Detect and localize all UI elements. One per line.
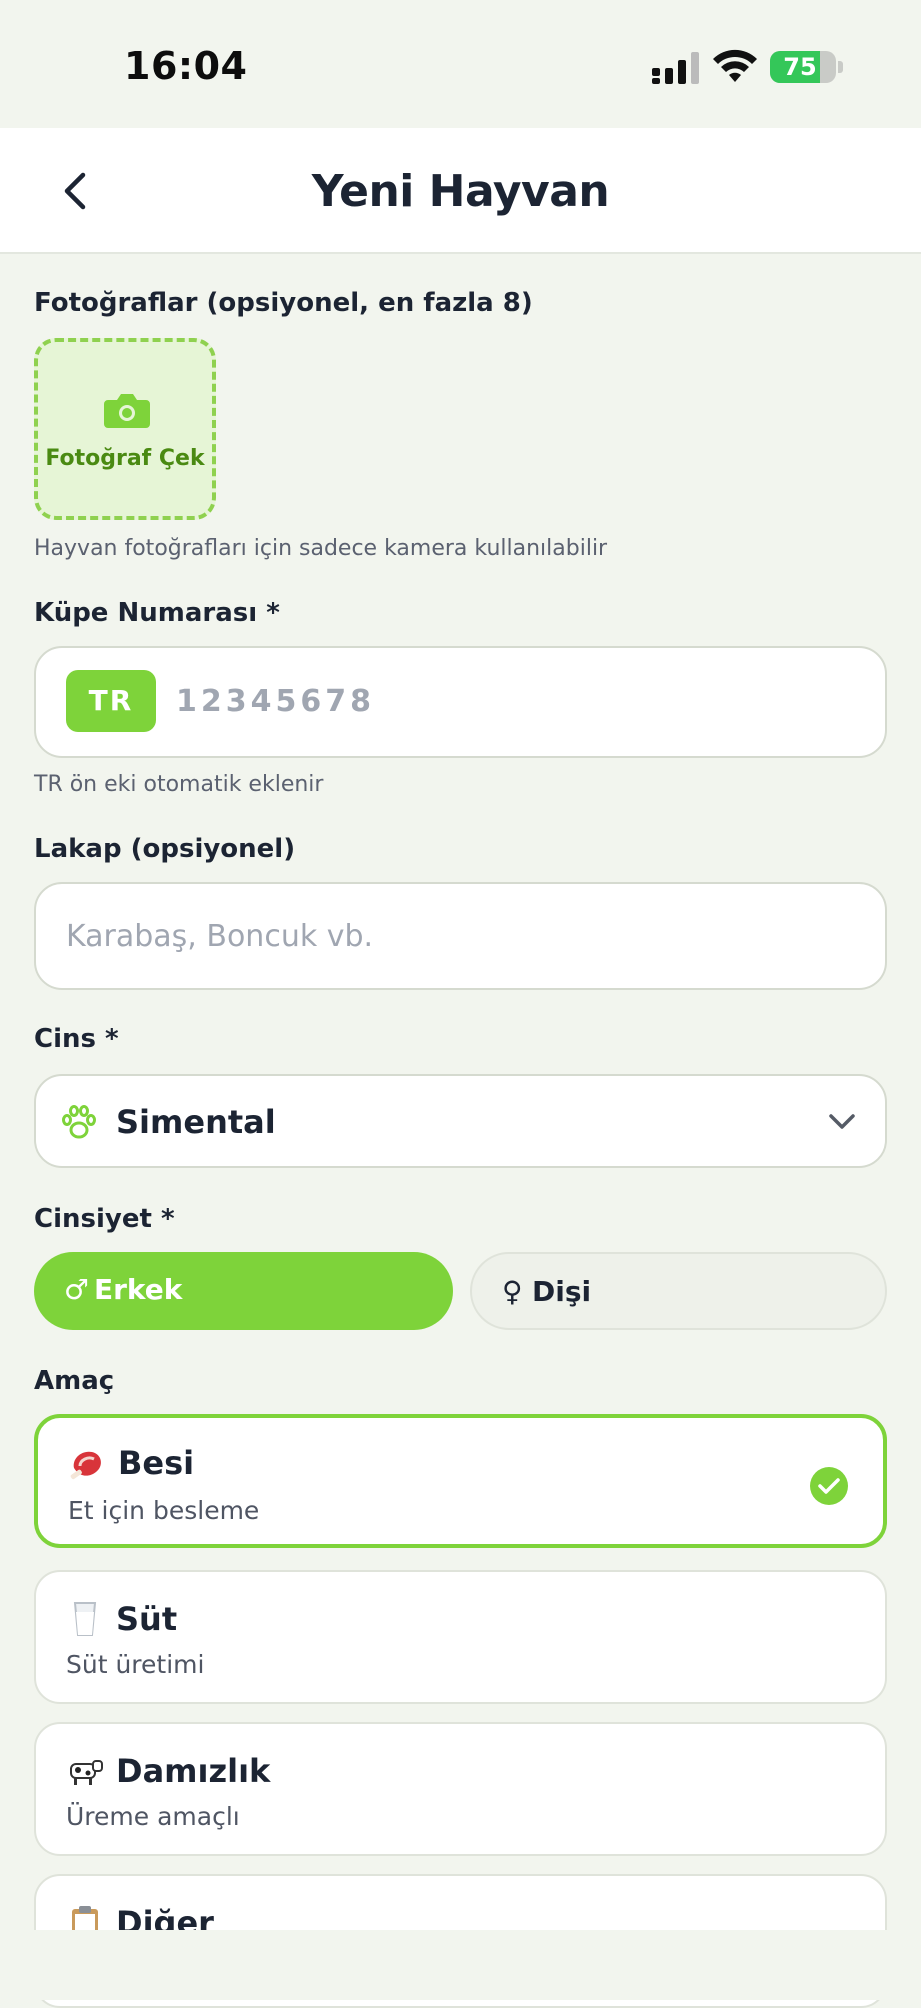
ear-tag-helper: TR ön eki otomatik eklenir (34, 772, 324, 797)
gender-male-label: Erkek (94, 1273, 183, 1306)
purpose-option-sut[interactable]: Süt Süt üretimi (34, 1570, 887, 1704)
signal-icon (652, 52, 699, 84)
battery-level: 75 (783, 53, 817, 81)
battery-icon: 75 (770, 51, 836, 83)
nav-bar: Yeni Hayvan (0, 128, 921, 254)
wifi-icon (713, 49, 757, 82)
chevron-down-icon (829, 1114, 855, 1129)
breed-value: Simental (116, 1103, 276, 1141)
purpose-option-besi[interactable]: Besi Et için besleme (34, 1414, 887, 1548)
nickname-input[interactable]: Karabaş, Boncuk vb. (66, 884, 373, 990)
nickname-label: Lakap (opsiyonel) (34, 834, 296, 864)
purpose-title: Damızlık (116, 1752, 271, 1790)
milk-glass-icon (73, 1602, 97, 1636)
status-bar: 16:04 75 (0, 0, 921, 128)
female-icon: ♀ (502, 1275, 523, 1308)
ear-tag-field[interactable]: TR 12345678 (34, 646, 887, 758)
paw-icon (62, 1105, 96, 1139)
purpose-title: Süt (116, 1600, 178, 1638)
purpose-option-damizlik[interactable]: Damızlık Üreme amaçlı (34, 1722, 887, 1856)
cow-icon (70, 1760, 103, 1785)
purpose-desc: Et için besleme (68, 1496, 260, 1525)
take-photo-label: Fotoğraf Çek (45, 446, 205, 471)
purpose-desc: Üreme amaçlı (66, 1802, 240, 1831)
purpose-title: Besi (118, 1444, 195, 1482)
photos-label: Fotoğraflar (opsiyonel, en fazla 8) (34, 288, 533, 318)
gender-female-button[interactable]: ♀ Dişi (470, 1252, 887, 1330)
purpose-desc: Süt üretimi (66, 1650, 205, 1679)
nickname-field[interactable]: Karabaş, Boncuk vb. (34, 882, 887, 990)
page-title: Yeni Hayvan (311, 166, 610, 217)
breed-select[interactable]: Simental (34, 1074, 887, 1168)
take-photo-button[interactable]: Fotoğraf Çek (34, 338, 216, 520)
purpose-label: Amaç (34, 1366, 115, 1396)
ear-tag-prefix: TR (66, 670, 156, 732)
ear-tag-input[interactable]: 12345678 (176, 674, 375, 730)
male-icon: ♂ (64, 1273, 90, 1306)
gender-male-button[interactable]: ♂ Erkek (34, 1252, 453, 1330)
status-time: 16:04 (124, 44, 248, 88)
photos-helper: Hayvan fotoğrafları için sadece kamera k… (34, 536, 608, 561)
camera-icon (104, 394, 150, 428)
meat-icon (70, 1451, 101, 1480)
gender-female-label: Dişi (532, 1275, 592, 1308)
checkmark-icon (810, 1467, 848, 1505)
gender-toggle: ♂ Erkek ♀ Dişi (34, 1252, 887, 1330)
gender-label: Cinsiyet * (34, 1204, 175, 1234)
breed-label: Cins * (34, 1024, 119, 1054)
bottom-fade (0, 1930, 921, 2000)
ear-tag-label: Küpe Numarası * (34, 598, 280, 628)
